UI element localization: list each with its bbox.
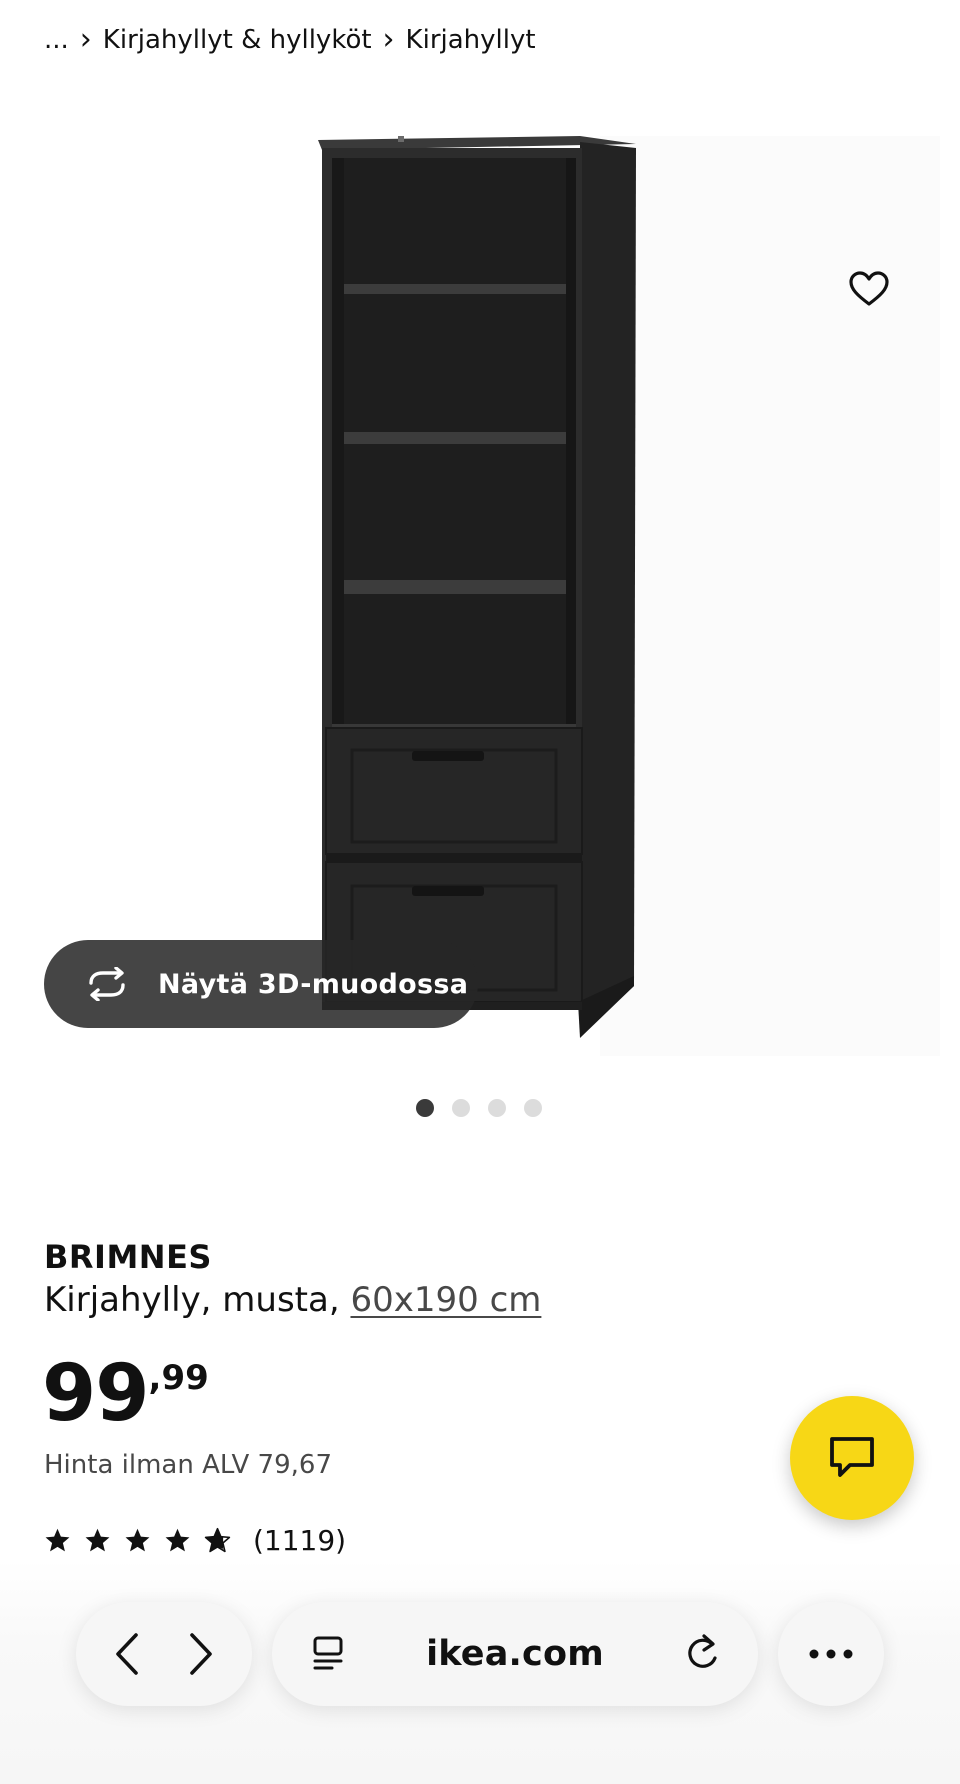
star-icon: [165, 1528, 190, 1551]
address-bar[interactable]: ikea.com: [272, 1602, 758, 1706]
product-rating[interactable]: (1119): [44, 1518, 346, 1562]
breadcrumb-item-bookcases-shelves[interactable]: Kirjahyllyt & hyllyköt: [103, 25, 372, 55]
chevron-right-icon: ›: [382, 22, 395, 57]
price-without-vat: Hinta ilman ALV 79,67: [44, 1450, 332, 1480]
chevron-right-icon: [190, 1633, 212, 1675]
gallery-dot-3[interactable]: [488, 1099, 506, 1117]
gallery-dot-4[interactable]: [524, 1099, 542, 1117]
favorite-button[interactable]: [842, 262, 896, 316]
review-count: (1119): [253, 1523, 347, 1557]
price-integer: 99: [42, 1349, 150, 1439]
more-menu-group: [778, 1602, 884, 1706]
more-button[interactable]: [807, 1626, 855, 1682]
product-name: BRIMNES: [44, 1238, 212, 1276]
heart-icon: [849, 271, 889, 306]
breadcrumb-ellipsis[interactable]: ...: [44, 25, 69, 55]
rating-stars: [44, 1527, 231, 1554]
view-3d-label: Näytä 3D-muodossa: [158, 968, 469, 1000]
gallery-dot-1[interactable]: [416, 1099, 434, 1117]
reload-button[interactable]: [678, 1626, 726, 1682]
reload-icon: [688, 1634, 717, 1668]
reader-button[interactable]: [304, 1626, 352, 1682]
browser-toolbar: ikea.com: [0, 1602, 960, 1708]
rotate-3d-icon: [82, 964, 132, 1004]
price-decimals: ,99: [148, 1358, 209, 1398]
product-page: ... › Kirjahyllyt & hyllyköt › Kirjahyll…: [0, 0, 960, 1784]
star-icon: [85, 1528, 110, 1551]
forward-button[interactable]: [177, 1626, 225, 1682]
product-price: 99 ,99: [42, 1352, 209, 1436]
product-description: Kirjahylly, musta, 60x190 cm: [44, 1280, 541, 1320]
view-3d-button[interactable]: Näytä 3D-muodossa: [44, 940, 478, 1028]
breadcrumb-item-bookcases[interactable]: Kirjahyllyt: [406, 25, 536, 55]
chevron-right-icon: ›: [79, 22, 92, 57]
url-text[interactable]: ikea.com: [352, 1634, 678, 1674]
gallery-dot-2[interactable]: [452, 1099, 470, 1117]
star-half-icon: [204, 1527, 231, 1552]
star-icon: [45, 1528, 70, 1551]
product-size-link[interactable]: 60x190 cm: [350, 1280, 541, 1320]
chevron-left-icon: [116, 1633, 138, 1675]
breadcrumb: ... › Kirjahyllyt & hyllyköt › Kirjahyll…: [44, 18, 536, 62]
star-icon: [125, 1528, 150, 1551]
product-description-text: Kirjahylly, musta,: [44, 1280, 340, 1320]
chat-bubble-icon: [830, 1437, 874, 1477]
back-button[interactable]: [103, 1626, 151, 1682]
browser-nav-group: [76, 1602, 252, 1706]
chat-button[interactable]: [790, 1396, 914, 1520]
reader-icon: [313, 1636, 343, 1670]
more-icon: [809, 1649, 853, 1659]
gallery-pagination: [416, 1099, 542, 1117]
